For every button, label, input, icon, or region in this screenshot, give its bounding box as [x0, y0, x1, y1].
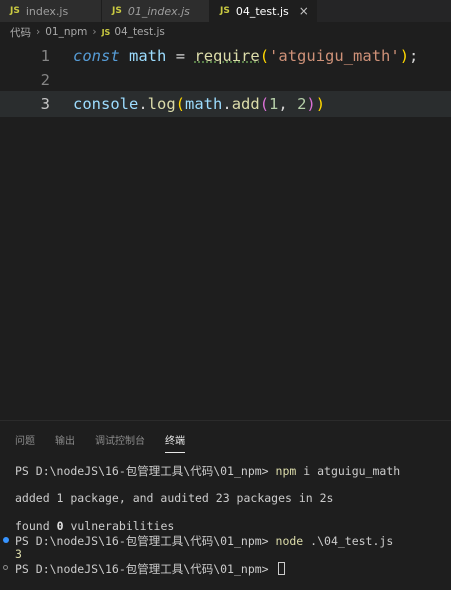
terminal-line: PS D:\nodeJS\16-包管理工具\代码\01_npm>: [15, 561, 285, 577]
js-file-icon: JS: [220, 6, 230, 16]
command-success-icon[interactable]: [3, 537, 9, 543]
chevron-right-icon: ›: [36, 26, 41, 38]
code-editor[interactable]: 1 const math = require('atguigu_math'); …: [0, 42, 451, 420]
terminal-cursor: [277, 562, 285, 575]
js-file-icon: JS: [10, 6, 20, 16]
line-number: 3: [40, 95, 50, 113]
js-file-icon: JS: [112, 6, 122, 16]
tab-bar-empty: [317, 0, 451, 22]
panel-tabs: 问题 输出 调试控制台 终端: [0, 421, 205, 457]
bottom-panel: 问题 输出 调试控制台 终端 PS D:\nodeJS\16-包管理工具\代码\…: [0, 420, 451, 590]
tab-label: 01_index.js: [127, 4, 190, 18]
tab-04-test-js[interactable]: JS 04_test.js ×: [210, 0, 317, 22]
breadcrumb-item-file[interactable]: 04_test.js: [114, 26, 165, 38]
code-line-current[interactable]: 3 console.log(math.add(1, 2)): [0, 91, 451, 117]
terminal-output: 3: [15, 547, 22, 561]
tab-problems[interactable]: 问题: [15, 432, 35, 447]
tab-01-index-js[interactable]: JS 01_index.js: [102, 0, 210, 22]
breadcrumb-item-folder[interactable]: 01_npm: [45, 26, 87, 38]
tab-label: 04_test.js: [235, 4, 289, 18]
code-text: const math = require('atguigu_math');: [73, 47, 419, 65]
js-file-icon: JS: [101, 27, 111, 37]
code-line[interactable]: 1 const math = require('atguigu_math');: [0, 43, 451, 69]
tab-debug-console[interactable]: 调试控制台: [95, 432, 145, 447]
breadcrumb: 代码 › 01_npm › JS 04_test.js: [0, 22, 451, 42]
close-icon[interactable]: ×: [299, 4, 309, 18]
line-number: 1: [40, 47, 50, 65]
breadcrumb-item-folder[interactable]: 代码: [10, 25, 31, 40]
tab-terminal[interactable]: 终端: [165, 432, 185, 453]
code-line[interactable]: 2: [0, 67, 451, 93]
tab-label: index.js: [25, 4, 69, 18]
command-pending-icon[interactable]: [3, 565, 8, 570]
terminal-line: PS D:\nodeJS\16-包管理工具\代码\01_npm> npm i a…: [15, 464, 401, 478]
chevron-right-icon: ›: [92, 26, 97, 38]
editor-tab-bar: JS index.js JS 01_index.js JS 04_test.js…: [0, 0, 451, 22]
code-text: console.log(math.add(1, 2)): [73, 95, 326, 113]
terminal-line: added 1 package, and audited 23 packages…: [15, 491, 334, 505]
tab-output[interactable]: 输出: [55, 432, 75, 447]
terminal-line: found 0 vulnerabilities: [15, 519, 175, 533]
tab-index-js[interactable]: JS index.js: [0, 0, 102, 22]
line-number: 2: [40, 71, 50, 89]
terminal-line: PS D:\nodeJS\16-包管理工具\代码\01_npm> node .\…: [15, 534, 394, 548]
